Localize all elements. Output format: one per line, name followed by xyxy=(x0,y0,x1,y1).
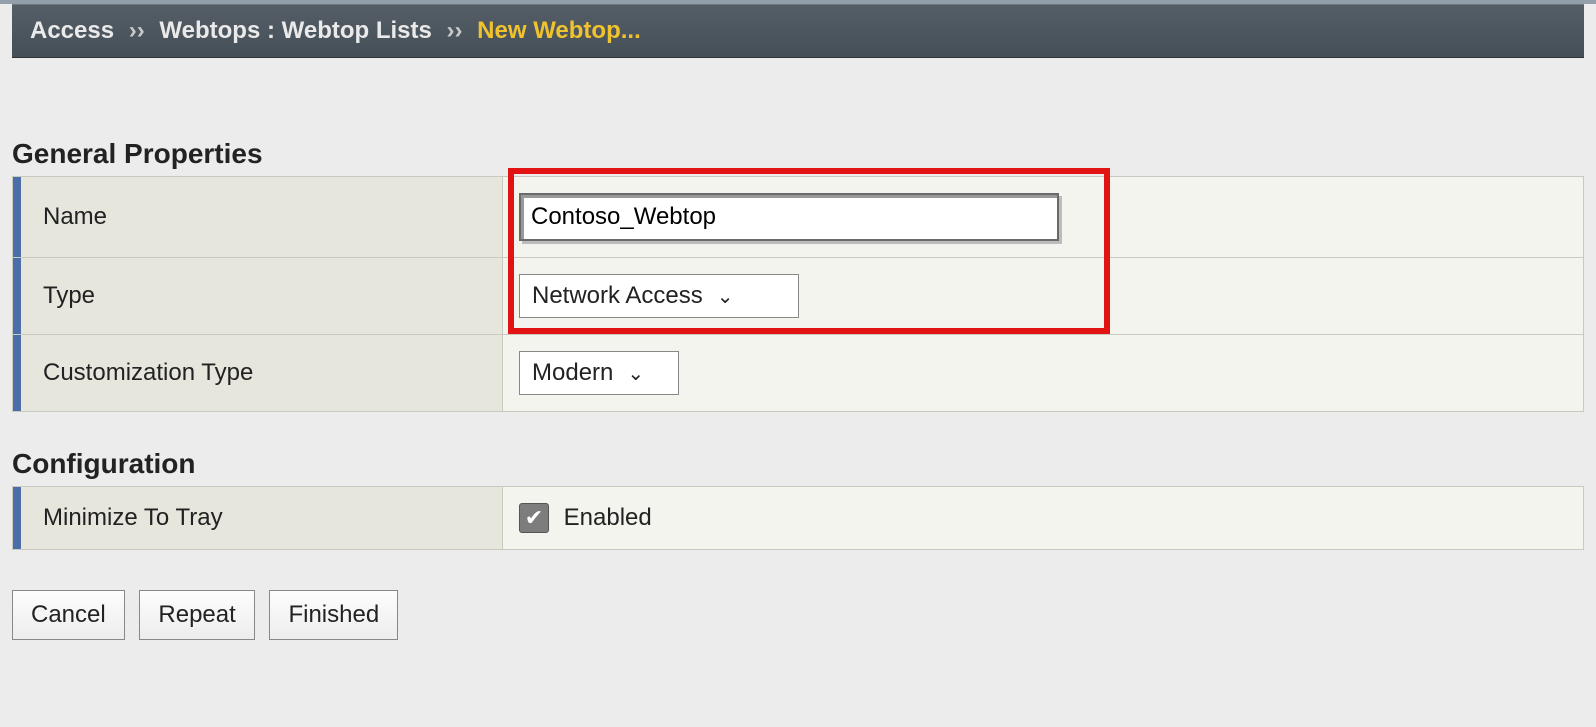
row-minimize-to-tray: Minimize To Tray ✔ Enabled xyxy=(13,487,1584,550)
customization-type-value: Modern xyxy=(532,359,613,387)
type-select-value: Network Access xyxy=(532,282,703,310)
general-properties-table: Name Type Network Access ⌄ Customization… xyxy=(12,176,1584,412)
repeat-button[interactable]: Repeat xyxy=(139,590,254,640)
row-name: Name xyxy=(13,177,1584,258)
configuration-table: Minimize To Tray ✔ Enabled xyxy=(12,486,1584,550)
chevron-down-icon: ⌄ xyxy=(627,361,644,386)
chevron-down-icon: ⌄ xyxy=(717,284,734,309)
type-select[interactable]: Network Access ⌄ xyxy=(519,274,799,318)
topbar-container: Access ›› Webtops : Webtop Lists ›› New … xyxy=(0,0,1596,58)
label-minimize-to-tray: Minimize To Tray xyxy=(13,487,503,550)
breadcrumb-separator: ›› xyxy=(121,17,153,44)
section-title-configuration: Configuration xyxy=(12,448,1584,480)
row-customization-type: Customization Type Modern ⌄ xyxy=(13,335,1584,412)
cancel-button[interactable]: Cancel xyxy=(12,590,125,640)
finished-button[interactable]: Finished xyxy=(269,590,398,640)
name-input[interactable] xyxy=(519,193,1059,241)
cell-customization-select: Modern ⌄ xyxy=(503,335,1584,412)
label-type: Type xyxy=(13,258,503,335)
breadcrumb-item-access[interactable]: Access xyxy=(30,17,114,44)
button-row: Cancel Repeat Finished xyxy=(12,590,1584,640)
breadcrumb: Access ›› Webtops : Webtop Lists ›› New … xyxy=(12,4,1584,58)
row-type: Type Network Access ⌄ xyxy=(13,258,1584,335)
cell-type-select: Network Access ⌄ xyxy=(503,258,1584,335)
breadcrumb-item-webtops[interactable]: Webtops : Webtop Lists xyxy=(159,17,431,44)
label-customization-type: Customization Type xyxy=(13,335,503,412)
breadcrumb-separator: ›› xyxy=(439,17,471,44)
enabled-label: Enabled xyxy=(564,504,652,531)
breadcrumb-item-current: New Webtop... xyxy=(477,17,641,44)
cell-name-input xyxy=(503,177,1584,258)
minimize-to-tray-checkbox[interactable]: ✔ xyxy=(519,503,549,533)
section-title-general: General Properties xyxy=(12,138,1584,170)
label-name: Name xyxy=(13,177,503,258)
cell-minimize-to-tray: ✔ Enabled xyxy=(503,487,1584,550)
customization-type-select[interactable]: Modern ⌄ xyxy=(519,351,679,395)
